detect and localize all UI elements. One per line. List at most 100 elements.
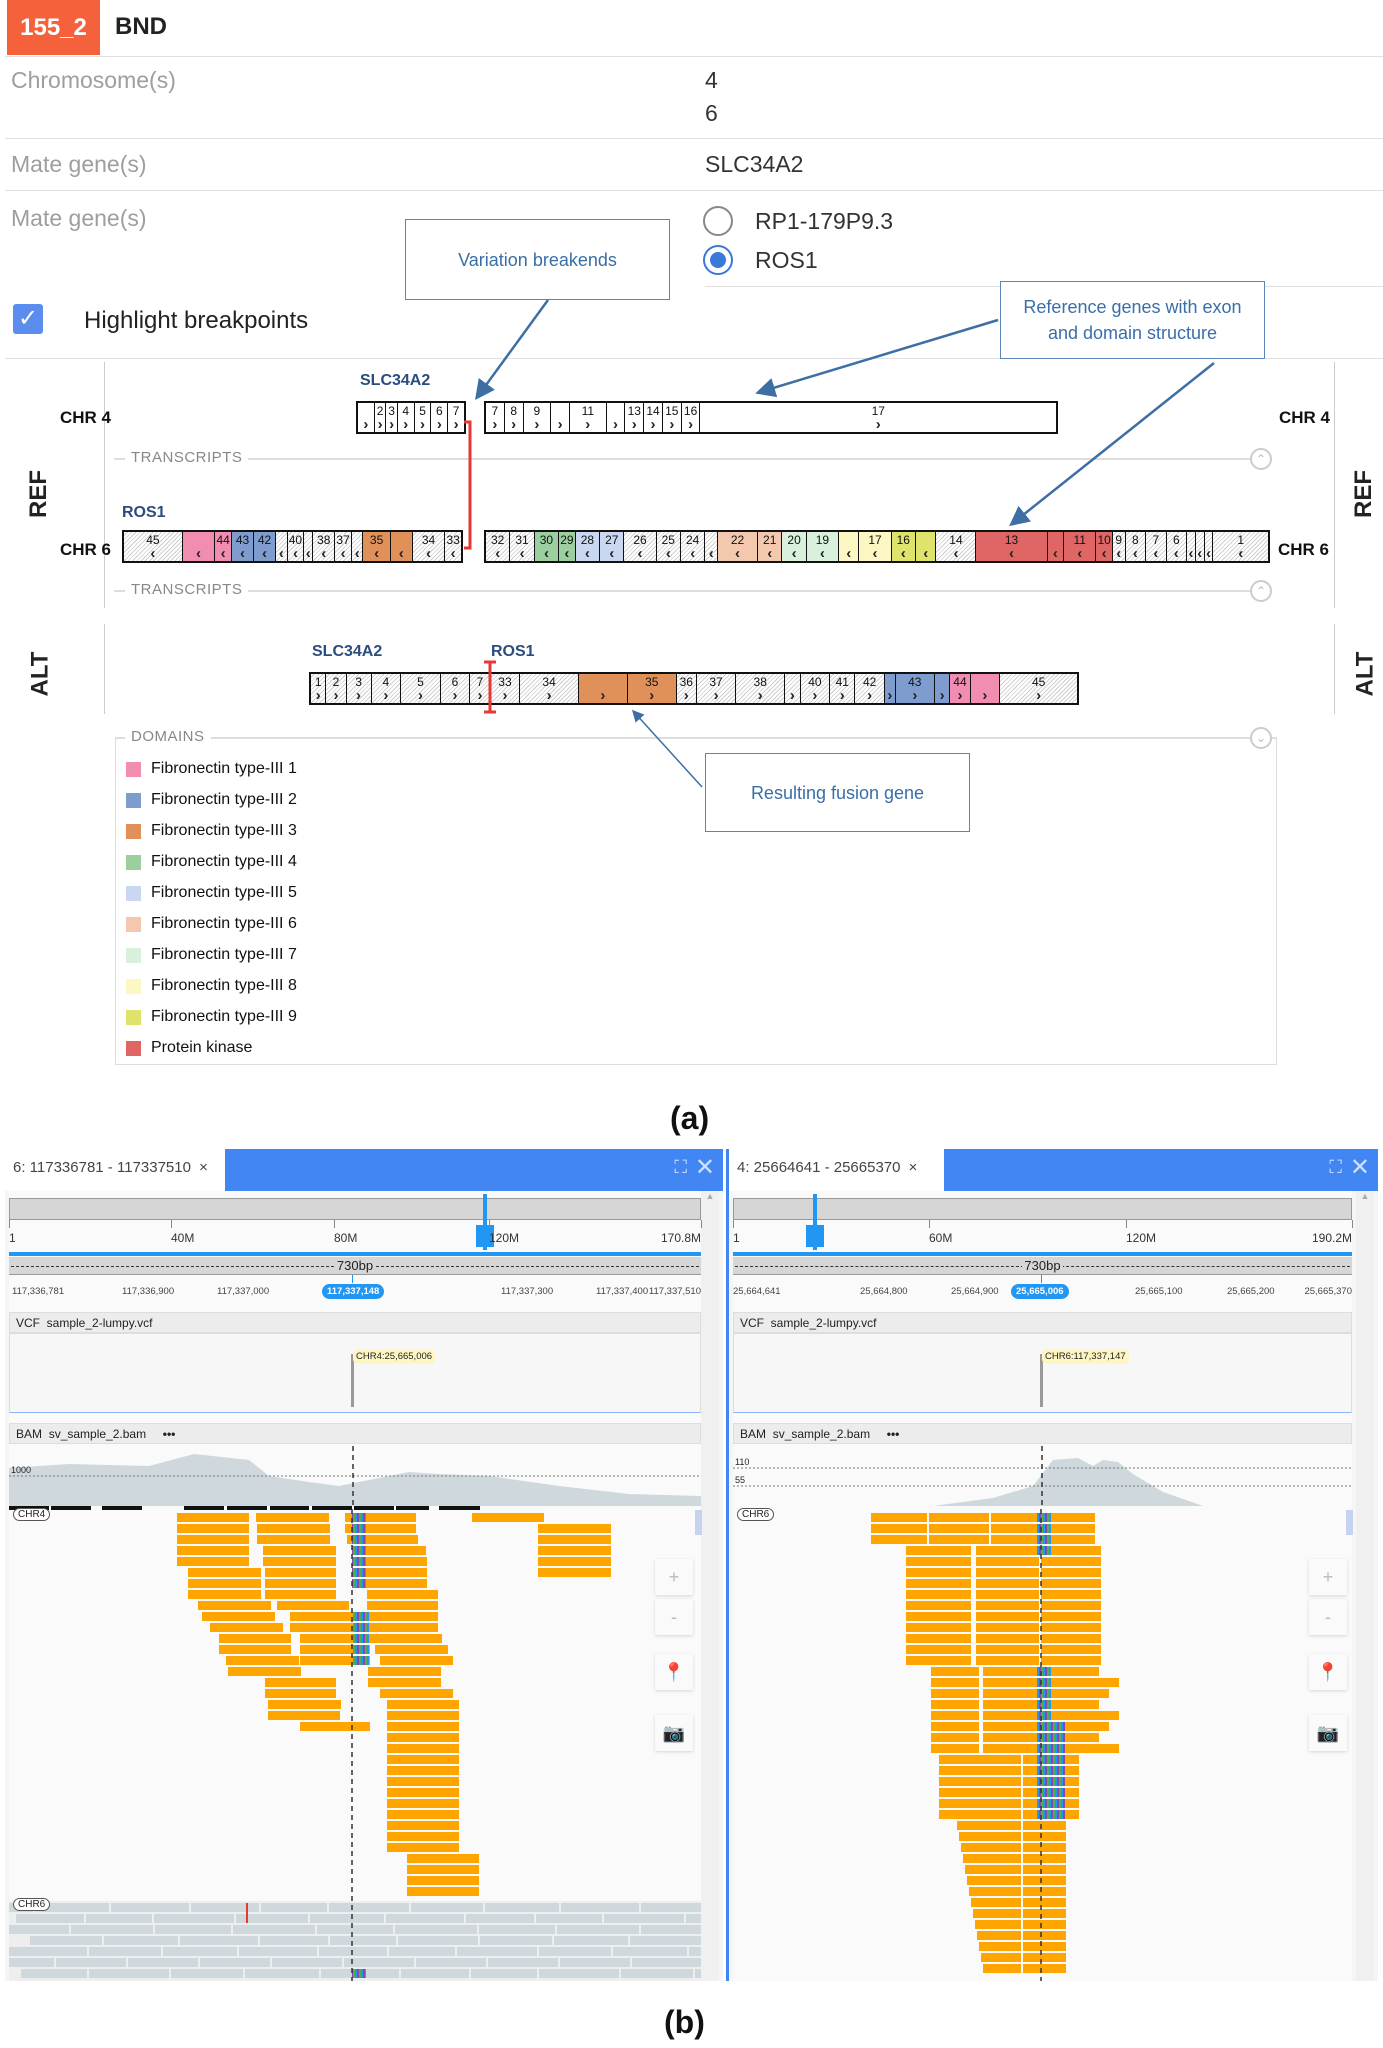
read bbox=[906, 1590, 971, 1599]
mismatch bbox=[1037, 1546, 1051, 1555]
location-pin-icon[interactable]: 📍 bbox=[655, 1654, 693, 1690]
read-chr6 bbox=[111, 1903, 189, 1912]
fullscreen-icon[interactable]: ⛶ bbox=[674, 1157, 687, 1178]
position-label: 25,665,200 bbox=[1227, 1286, 1275, 1297]
mismatch bbox=[352, 1513, 366, 1522]
alignment-track[interactable] bbox=[9, 1506, 701, 1981]
span-ruler: 730bp bbox=[733, 1257, 1352, 1275]
tab-close-icon[interactable]: × bbox=[909, 1159, 918, 1176]
read bbox=[1023, 1843, 1066, 1852]
ideogram-tick-label: 60M bbox=[929, 1231, 953, 1245]
zoom-in-button[interactable]: + bbox=[1309, 1559, 1347, 1595]
read bbox=[1041, 1557, 1101, 1566]
coverage-segment bbox=[184, 1506, 224, 1510]
read bbox=[387, 1788, 459, 1797]
tab-close-icon[interactable]: × bbox=[199, 1159, 208, 1176]
read bbox=[931, 1700, 979, 1709]
coverage-scale: 110 bbox=[735, 1457, 750, 1467]
read-chr6 bbox=[395, 1925, 477, 1934]
read bbox=[263, 1557, 336, 1566]
read bbox=[265, 1678, 336, 1687]
read bbox=[969, 1887, 1021, 1896]
more-options-icon[interactable]: ••• bbox=[887, 1427, 900, 1441]
read bbox=[976, 1656, 1039, 1665]
alignment-track[interactable] bbox=[733, 1506, 1352, 1981]
read-chr6 bbox=[9, 1947, 87, 1956]
arrow-reference-chr6 bbox=[1009, 362, 1215, 527]
read bbox=[929, 1535, 989, 1544]
read-chr6 bbox=[560, 1958, 630, 1967]
mismatch bbox=[1037, 1711, 1051, 1720]
read bbox=[407, 1854, 479, 1863]
read bbox=[367, 1601, 438, 1610]
location-pin-icon[interactable]: 📍 bbox=[1309, 1654, 1347, 1690]
camera-icon[interactable]: 📷 bbox=[655, 1715, 693, 1751]
ideogram[interactable] bbox=[733, 1198, 1352, 1220]
position-label: 25,665,100 bbox=[1135, 1286, 1183, 1297]
ideogram[interactable] bbox=[9, 1198, 701, 1220]
read bbox=[268, 1711, 340, 1720]
read bbox=[472, 1513, 544, 1522]
coverage-track[interactable] bbox=[9, 1446, 701, 1506]
read bbox=[976, 1568, 1039, 1577]
read bbox=[976, 1579, 1039, 1588]
locus-tab[interactable]: 4: 25664641 - 25665370 × bbox=[729, 1149, 944, 1191]
scrollbar[interactable]: ▲ bbox=[701, 1191, 719, 1981]
breakpoint-link bbox=[464, 420, 472, 550]
read-chr6 bbox=[330, 1936, 396, 1945]
read-chr6 bbox=[86, 1914, 152, 1923]
mismatch bbox=[1037, 1667, 1051, 1676]
zoom-in-button[interactable]: + bbox=[655, 1559, 693, 1595]
close-panel-icon[interactable]: ✕ bbox=[695, 1153, 715, 1182]
zoom-out-button[interactable]: - bbox=[1309, 1599, 1347, 1635]
read bbox=[977, 1931, 1021, 1940]
read-chr6 bbox=[104, 1936, 178, 1945]
bam-track-header[interactable]: BAM sv_sample_2.bam ••• bbox=[9, 1423, 701, 1444]
read-chr6 bbox=[200, 1958, 270, 1967]
read-chr6 bbox=[554, 1936, 628, 1945]
locus-tab[interactable]: 6: 117336781 - 117337510 × bbox=[5, 1149, 225, 1191]
read-chr6 bbox=[604, 1914, 684, 1923]
mismatch bbox=[1037, 1700, 1051, 1709]
read bbox=[1043, 1711, 1119, 1720]
read bbox=[1023, 1942, 1066, 1951]
scrollbar[interactable]: ▲ bbox=[1356, 1191, 1374, 1981]
read bbox=[368, 1667, 441, 1676]
read bbox=[1041, 1601, 1101, 1610]
read bbox=[1023, 1953, 1066, 1962]
vcf-track-header[interactable]: VCF sample_2-lumpy.vcf bbox=[9, 1312, 701, 1333]
read bbox=[961, 1843, 1021, 1852]
bam-track-header[interactable]: BAM sv_sample_2.bam ••• bbox=[733, 1423, 1352, 1444]
read bbox=[906, 1645, 971, 1654]
read bbox=[1043, 1689, 1109, 1698]
more-options-icon[interactable]: ••• bbox=[163, 1427, 176, 1441]
read bbox=[188, 1590, 261, 1599]
read bbox=[1043, 1700, 1099, 1709]
read bbox=[1041, 1568, 1101, 1577]
read-chr6 bbox=[128, 1958, 198, 1967]
read bbox=[906, 1634, 971, 1643]
read-chr6 bbox=[71, 1925, 153, 1934]
read bbox=[871, 1535, 927, 1544]
read-chr6 bbox=[536, 1914, 602, 1923]
read bbox=[228, 1667, 301, 1676]
ideogram-window[interactable] bbox=[806, 1225, 824, 1247]
camera-icon[interactable]: 📷 bbox=[1309, 1715, 1347, 1751]
read-chr6 bbox=[689, 1947, 701, 1956]
read-chr6 bbox=[260, 1936, 328, 1945]
read bbox=[976, 1546, 1039, 1555]
mismatch bbox=[352, 1546, 366, 1555]
coverage-segment bbox=[396, 1506, 429, 1510]
vcf-track-header[interactable]: VCF sample_2-lumpy.vcf bbox=[733, 1312, 1352, 1333]
read-chr6 bbox=[386, 1914, 464, 1923]
read bbox=[931, 1733, 979, 1742]
read bbox=[387, 1843, 459, 1852]
mismatch bbox=[353, 1634, 369, 1643]
read bbox=[387, 1755, 459, 1764]
zoom-out-button[interactable]: - bbox=[655, 1599, 693, 1635]
read bbox=[979, 1942, 1021, 1951]
read bbox=[1023, 1865, 1066, 1874]
fullscreen-icon[interactable]: ⛶ bbox=[1329, 1157, 1342, 1178]
close-panel-icon[interactable]: ✕ bbox=[1350, 1153, 1370, 1182]
read bbox=[976, 1634, 1039, 1643]
